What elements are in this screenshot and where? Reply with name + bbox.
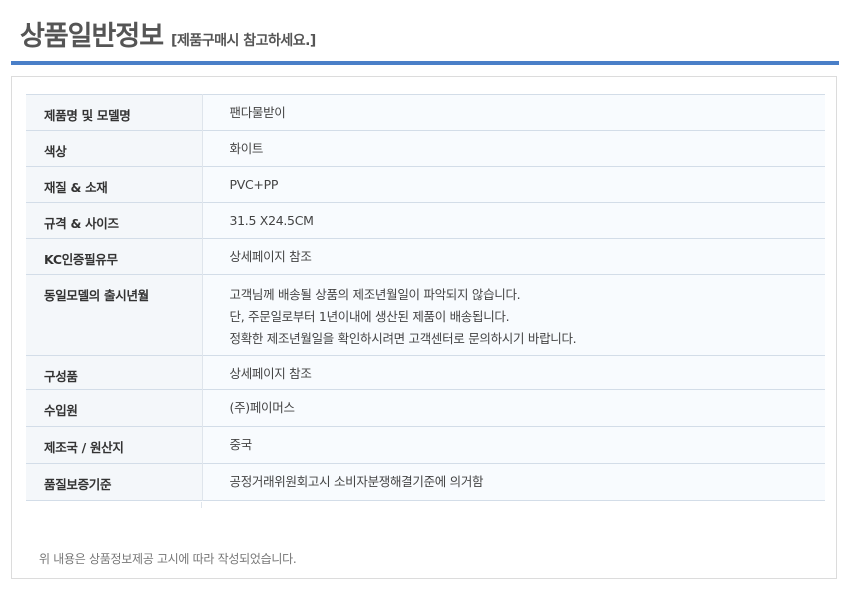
- row-label: 제품명 및 모델명: [26, 94, 203, 131]
- row-label: 품질보증기준: [26, 463, 203, 501]
- product-info-table: 제품명 및 모델명 팬다물받이색상 화이트재질 & 소재 PVC+PP 규격 & 사이즈…: [26, 94, 825, 501]
- row-label: 규격 & 사이즈: [26, 202, 203, 239]
- value-line: 상세페이지 참조: [229, 249, 312, 264]
- row-value: 고객님께 배송될 상품의 제조년월일이 파악되지 않습니다. 단, 주문일로부터 …: [202, 274, 825, 356]
- row-label: 색상: [26, 130, 203, 167]
- table-row: 제품명 및 모델명 팬다물받이: [26, 94, 825, 131]
- value-line: 중국: [229, 437, 253, 452]
- table-row: 색상 화이트: [26, 130, 825, 167]
- notice-text: 위 내용은 상품정보제공 고시에 따라 작성되었습니다.: [39, 552, 297, 566]
- table-row: 수입원 (주)페이머스: [26, 389, 825, 427]
- row-value: 상세페이지 참조: [202, 355, 825, 390]
- table-row: KC인증필유무 상세페이지 참조: [26, 238, 825, 275]
- value-line: 팬다물받이: [229, 105, 286, 120]
- row-value: 화이트: [202, 130, 825, 167]
- table-row: 품질보증기준 공정거래위원회고시 소비자분쟁해결기준에 의거함: [26, 463, 825, 501]
- value-line: PVC+PP: [229, 177, 279, 192]
- value-line: 공정거래위원회고시 소비자분쟁해결기준에 의거함: [229, 474, 484, 489]
- row-value: 공정거래위원회고시 소비자분쟁해결기준에 의거함: [202, 463, 825, 501]
- table-row: 재질 & 소재 PVC+PP: [26, 166, 825, 203]
- value-line: 화이트: [229, 141, 264, 156]
- row-label: 구성품: [26, 355, 203, 390]
- header-divider: [11, 61, 839, 65]
- row-value: (주)페이머스: [202, 389, 825, 427]
- table-row: 규격 & 사이즈 31.5 X24.5CM: [26, 202, 825, 239]
- table-row: 동일모델의 출시년월 고객님께 배송될 상품의 제조년월일이 파악되지 않습니다.…: [26, 274, 825, 356]
- value-line: 단, 주문일로부터 1년이내에 생산된 제품이 배송됩니다.: [229, 309, 510, 324]
- product-info-panel: 제품명 및 모델명 팬다물받이색상 화이트재질 & 소재 PVC+PP 규격 & 사이즈…: [11, 76, 837, 579]
- page-header: 상품일반정보 [제품구매시 참고하세요.]: [20, 14, 316, 53]
- row-value: PVC+PP: [202, 166, 825, 203]
- page-subtitle: [제품구매시 참고하세요.]: [171, 33, 316, 49]
- page-title: 상품일반정보: [20, 21, 164, 52]
- row-value: 팬다물받이: [202, 94, 825, 131]
- value-line: 31.5 X24.5CM: [229, 213, 314, 228]
- value-line: 정확한 제조년월일을 확인하시려면 고객센터로 문의하시기 바랍니다.: [229, 331, 577, 346]
- row-label: 재질 & 소재: [26, 166, 203, 203]
- row-value: 상세페이지 참조: [202, 238, 825, 275]
- value-line: 상세페이지 참조: [229, 366, 312, 381]
- row-value: 31.5 X24.5CM: [202, 202, 825, 239]
- table-row: 구성품 상세페이지 참조: [26, 355, 825, 390]
- table-tail: [26, 502, 202, 508]
- row-label: 수입원: [26, 389, 203, 427]
- row-label: KC인증필유무: [26, 238, 203, 275]
- row-label: 동일모델의 출시년월: [26, 274, 203, 356]
- value-line: 고객님께 배송될 상품의 제조년월일이 파악되지 않습니다.: [229, 287, 521, 302]
- table-row: 제조국 / 원산지 중국: [26, 426, 825, 464]
- row-value: 중국: [202, 426, 825, 464]
- value-line: (주)페이머스: [229, 400, 295, 415]
- row-label: 제조국 / 원산지: [26, 426, 203, 464]
